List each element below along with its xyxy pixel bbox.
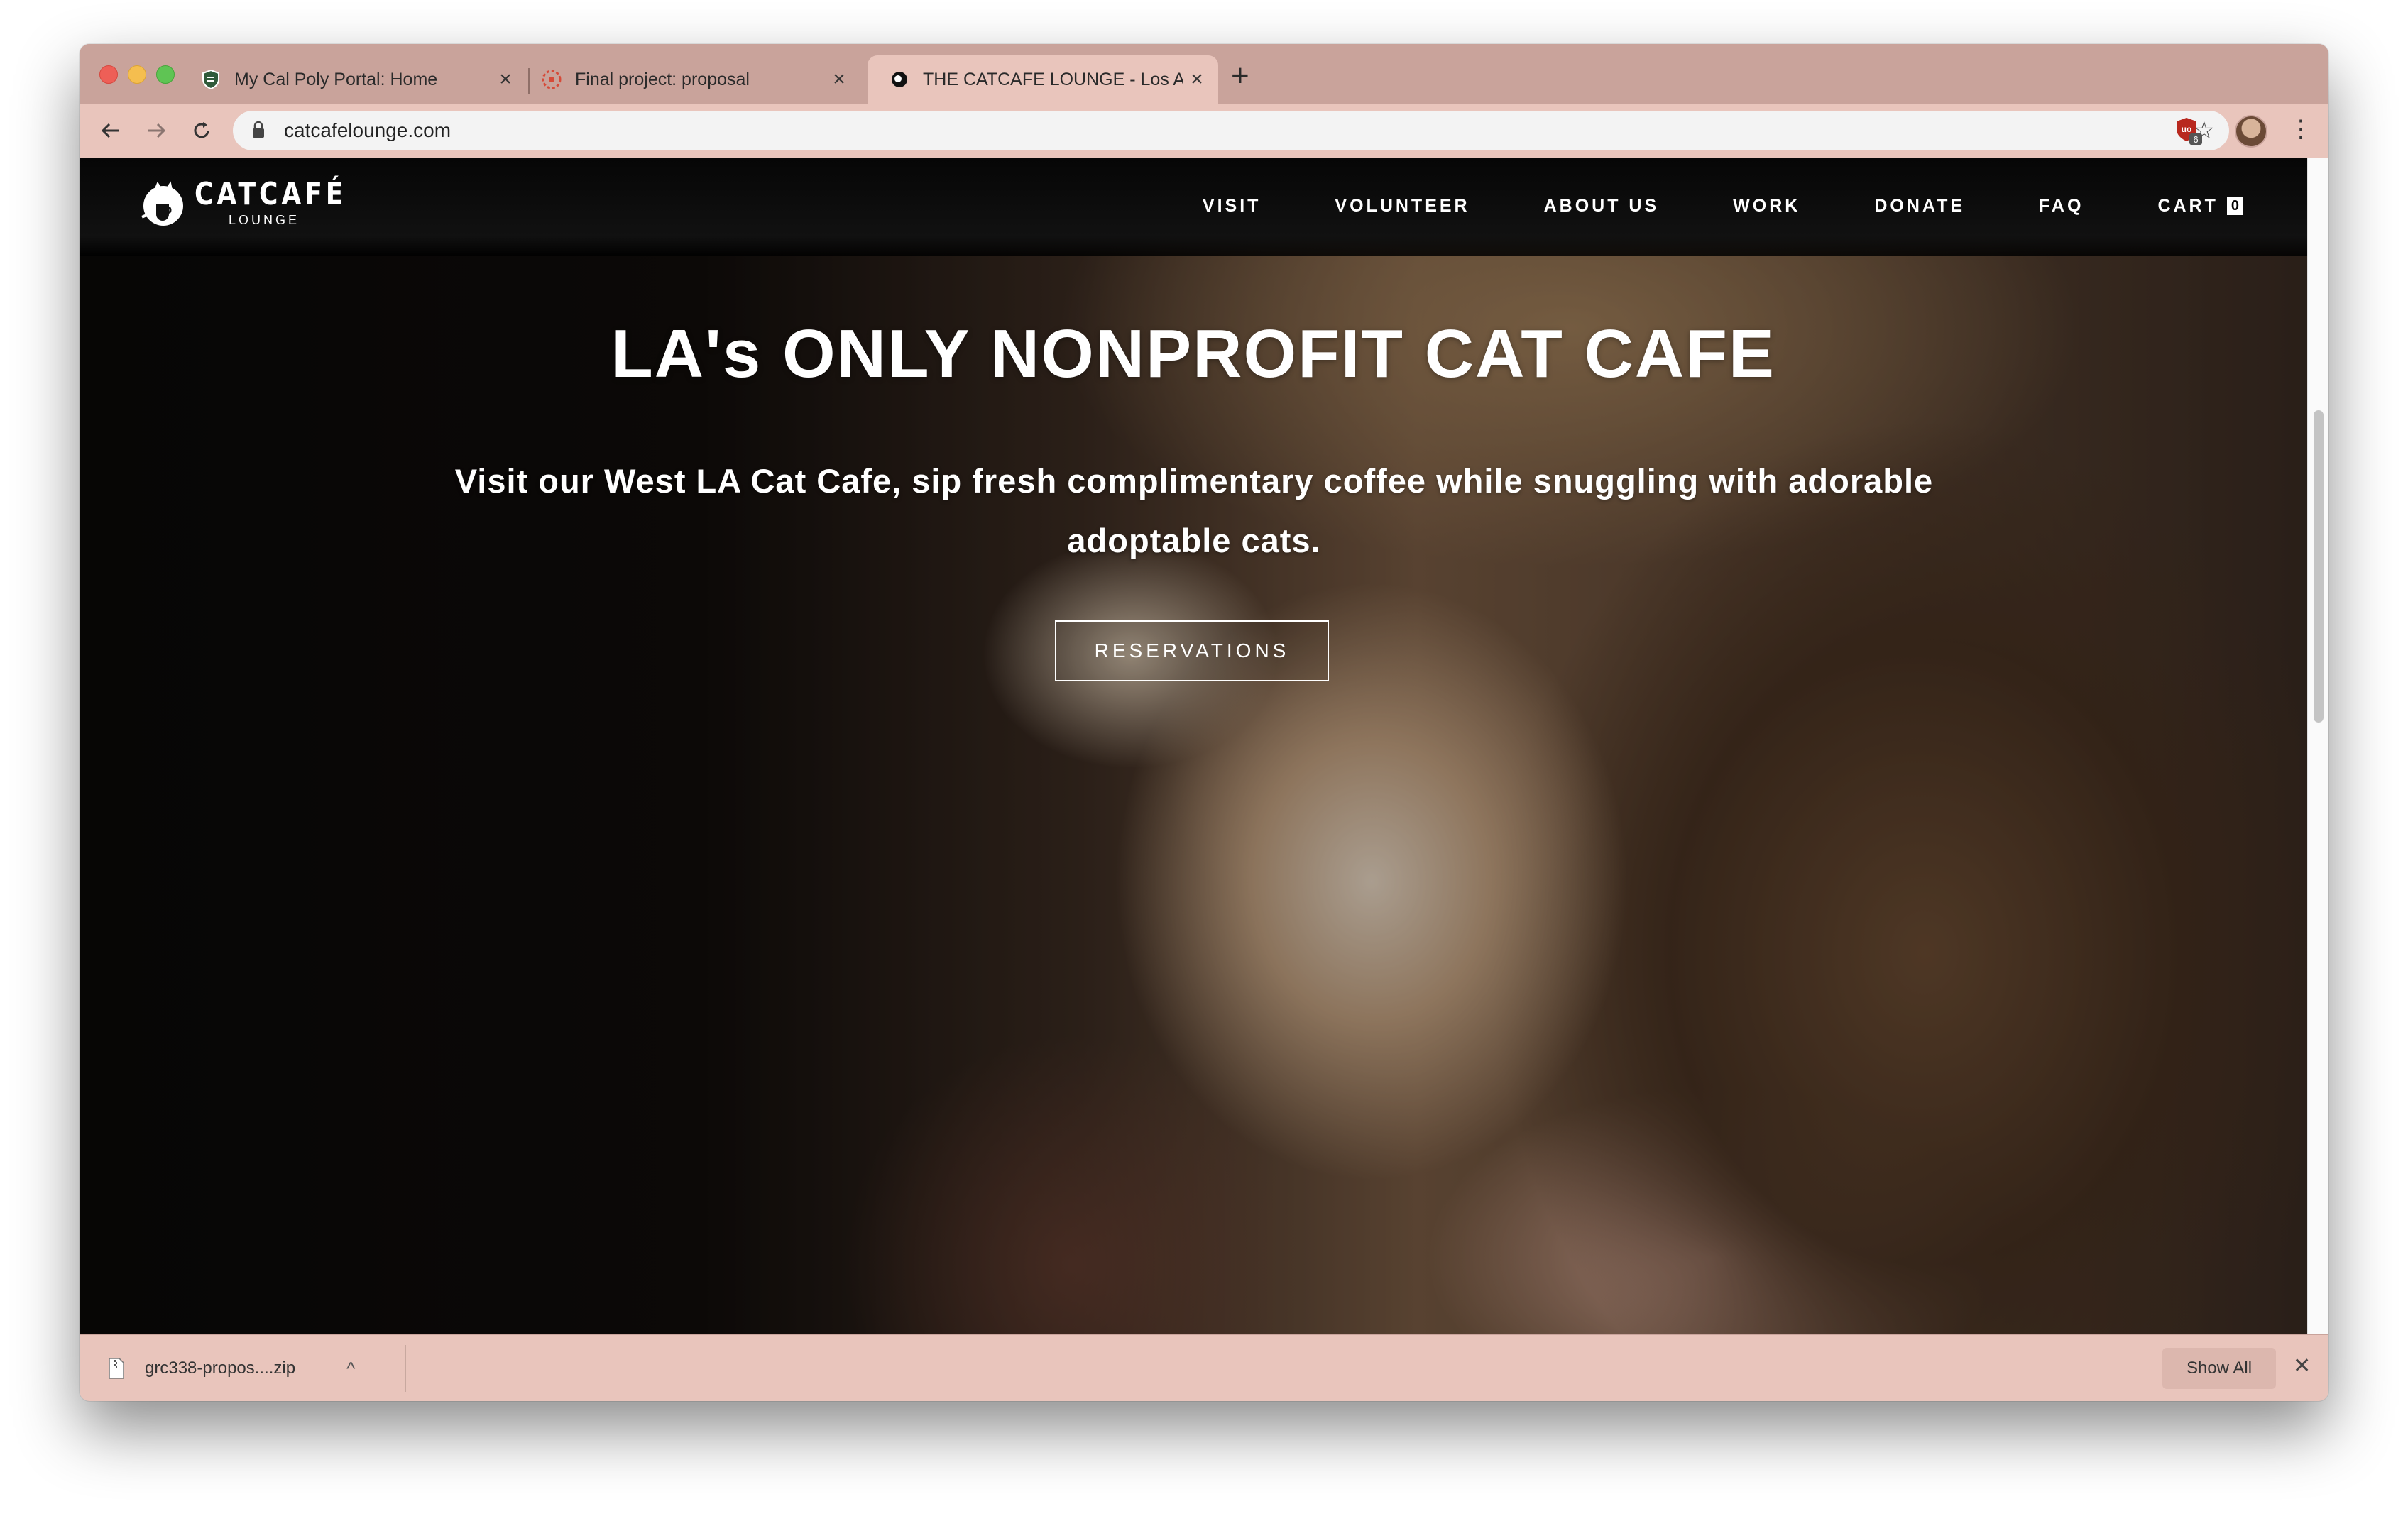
nav-faq[interactable]: FAQ <box>2039 196 2084 216</box>
address-bar[interactable]: catcafelounge.com ☆ <box>233 111 2229 150</box>
catcafe-logo[interactable]: CATCAFÉ LOUNGE <box>135 177 380 230</box>
minimize-window-button[interactable] <box>128 65 146 84</box>
nav-about-us[interactable]: ABOUT US <box>1544 196 1660 216</box>
canvas-favicon-icon <box>541 69 562 90</box>
nav-donate[interactable]: DONATE <box>1874 196 1965 216</box>
tab-title: Final project: proposal <box>575 69 750 89</box>
tab-final-project[interactable]: Final project: proposal × <box>520 55 860 104</box>
url-text: catcafelounge.com <box>284 119 452 141</box>
chevron-up-icon[interactable]: ^ <box>346 1358 355 1380</box>
menu-kebab-icon[interactable]: ⋮ <box>2289 115 2313 143</box>
tab-title: THE CATCAFE LOUNGE - Los A <box>923 69 1183 89</box>
shield-favicon-icon <box>200 69 221 90</box>
lock-icon <box>251 121 268 141</box>
back-arrow-icon[interactable] <box>94 114 128 148</box>
cart-label: CART <box>2157 196 2218 216</box>
close-icon[interactable]: ✕ <box>2293 1353 2311 1378</box>
cat-cup-logo-icon <box>141 181 183 226</box>
close-window-button[interactable] <box>99 65 118 84</box>
extension-badge: 6 <box>2193 134 2198 145</box>
tab-title: My Cal Poly Portal: Home <box>234 69 438 89</box>
nav-visit[interactable]: VISIT <box>1203 196 1262 216</box>
hero-subtitle: Visit our West LA Cat Cafe, sip fresh co… <box>454 462 1934 559</box>
scrollbar-thumb[interactable] <box>2314 410 2324 723</box>
extension-icon[interactable]: uo 6 <box>2174 116 2202 145</box>
forward-arrow-icon[interactable] <box>139 114 173 148</box>
tab-strip: My Cal Poly Portal: Home × Final project… <box>80 44 2328 104</box>
browser-toolbar: catcafelounge.com ☆ uo 6 ⋮ <box>80 104 2328 158</box>
page-scrollbar[interactable] <box>2307 158 2328 1334</box>
new-tab-icon[interactable]: + <box>1231 58 1249 94</box>
downloads-bar: grc338-propos....zip ^ Show All ✕ <box>80 1334 2328 1401</box>
nav-work[interactable]: WORK <box>1733 196 1800 216</box>
downloads-divider <box>405 1345 406 1392</box>
nav-volunteer[interactable]: VOLUNTEER <box>1335 196 1470 216</box>
nav-cart[interactable]: CART 0 <box>2157 196 2243 216</box>
maximize-window-button[interactable] <box>156 65 175 84</box>
download-filename: grc338-propos....zip <box>145 1358 296 1378</box>
logo-sub-text: LOUNGE <box>229 213 300 227</box>
catcafe-favicon-icon <box>889 69 910 90</box>
site-nav: VISIT VOLUNTEER ABOUT US WORK DONATE FAQ… <box>1129 196 2243 216</box>
svg-text:uo: uo <box>2182 124 2192 134</box>
browser-window: My Cal Poly Portal: Home × Final project… <box>80 44 2328 1401</box>
tab-close-icon[interactable]: × <box>491 67 520 92</box>
logo-main-text: CATCAFÉ <box>195 176 347 212</box>
page-viewport: CATCAFÉ LOUNGE VISIT VOLUNTEER ABOUT US … <box>80 158 2307 1334</box>
reservations-button[interactable]: RESERVATIONS <box>1055 620 1329 681</box>
site-header: CATCAFÉ LOUNGE VISIT VOLUNTEER ABOUT US … <box>80 158 2307 256</box>
tab-close-icon[interactable]: × <box>1183 67 1211 92</box>
tab-catcafe-lounge[interactable]: THE CATCAFE LOUNGE - Los A × <box>868 55 1218 104</box>
cart-count-badge: 0 <box>2226 197 2243 215</box>
show-all-button[interactable]: Show All <box>2162 1348 2276 1389</box>
reload-icon[interactable] <box>185 114 219 148</box>
zip-file-icon <box>108 1358 125 1379</box>
tab-close-icon[interactable]: × <box>825 67 853 92</box>
profile-avatar[interactable] <box>2235 115 2267 148</box>
tab-cal-poly-portal[interactable]: My Cal Poly Portal: Home × <box>179 55 527 104</box>
download-item[interactable]: grc338-propos....zip ^ <box>108 1349 355 1388</box>
hero-title: LA's ONLY NONPROFIT CAT CAFE <box>611 316 1775 392</box>
